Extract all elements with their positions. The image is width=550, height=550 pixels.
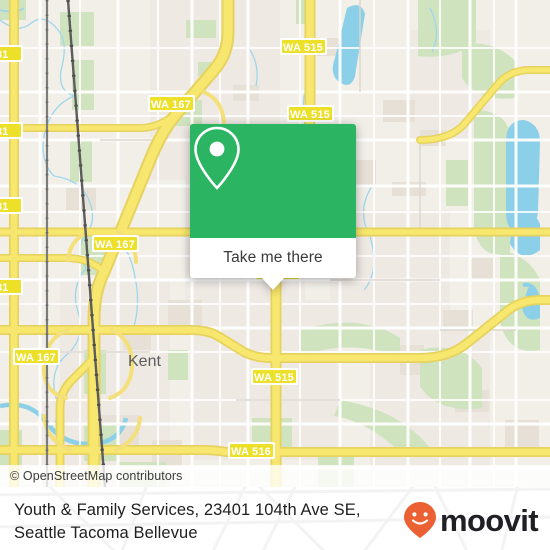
osm-attribution[interactable]: © OpenStreetMap contributors xyxy=(0,465,550,487)
svg-text:WA 515: WA 515 xyxy=(254,372,294,384)
shield-wa167-c[interactable]: WA 167 xyxy=(13,348,60,365)
card-footer: Youth & Family Services, 23401 104th Ave… xyxy=(0,487,550,550)
moovit-wordmark: moovit xyxy=(439,502,539,538)
moovit-brand[interactable]: moovit xyxy=(403,501,539,539)
map-canvas[interactable]: Kent WA 515 WA 515 WA 515 WA 516 WA 167 … xyxy=(0,0,550,487)
popup-header xyxy=(190,124,356,238)
shield-181-d[interactable]: 181 xyxy=(0,278,23,295)
shield-wa515-d[interactable]: WA 515 xyxy=(251,368,298,385)
location-title: Youth & Family Services, 23401 104th Ave… xyxy=(14,499,404,545)
shield-181-b[interactable]: 181 xyxy=(0,122,23,139)
location-title-line2: Seattle Tacoma Bellevue xyxy=(14,524,198,542)
svg-text:WA 515: WA 515 xyxy=(290,109,330,121)
moovit-smiley-pin-icon xyxy=(403,502,436,538)
moovit-map-card: Kent WA 515 WA 515 WA 515 WA 516 WA 167 … xyxy=(0,0,550,550)
shield-181-c[interactable]: 181 xyxy=(0,197,23,214)
svg-text:WA 516: WA 516 xyxy=(231,446,271,458)
shield-wa516[interactable]: WA 516 xyxy=(228,442,275,459)
svg-text:WA 167: WA 167 xyxy=(151,99,191,111)
svg-text:WA 167: WA 167 xyxy=(95,239,135,251)
svg-text:181: 181 xyxy=(0,126,8,138)
shield-wa167-a[interactable]: WA 167 xyxy=(148,95,195,112)
popup-pointer xyxy=(262,278,284,290)
osm-attribution-text: © OpenStreetMap contributors xyxy=(10,469,183,483)
map-pin-icon xyxy=(194,126,240,190)
shield-181-a[interactable]: 181 xyxy=(0,45,23,62)
place-label-kent: Kent xyxy=(128,353,161,370)
shield-wa515-b[interactable]: WA 515 xyxy=(287,105,334,122)
shield-wa515-a[interactable]: WA 515 xyxy=(280,38,327,55)
location-title-line1: Youth & Family Services, 23401 104th Ave… xyxy=(14,501,361,519)
svg-text:181: 181 xyxy=(0,201,8,213)
shield-wa167-b[interactable]: WA 167 xyxy=(92,235,139,252)
svg-text:WA 167: WA 167 xyxy=(16,352,56,364)
take-me-there-button[interactable]: Take me there xyxy=(190,238,356,278)
svg-text:181: 181 xyxy=(0,282,8,294)
location-popup-card[interactable]: Take me there xyxy=(190,124,356,290)
svg-text:181: 181 xyxy=(0,49,8,61)
svg-text:WA 515: WA 515 xyxy=(283,42,323,54)
take-me-there-label: Take me there xyxy=(223,249,323,266)
